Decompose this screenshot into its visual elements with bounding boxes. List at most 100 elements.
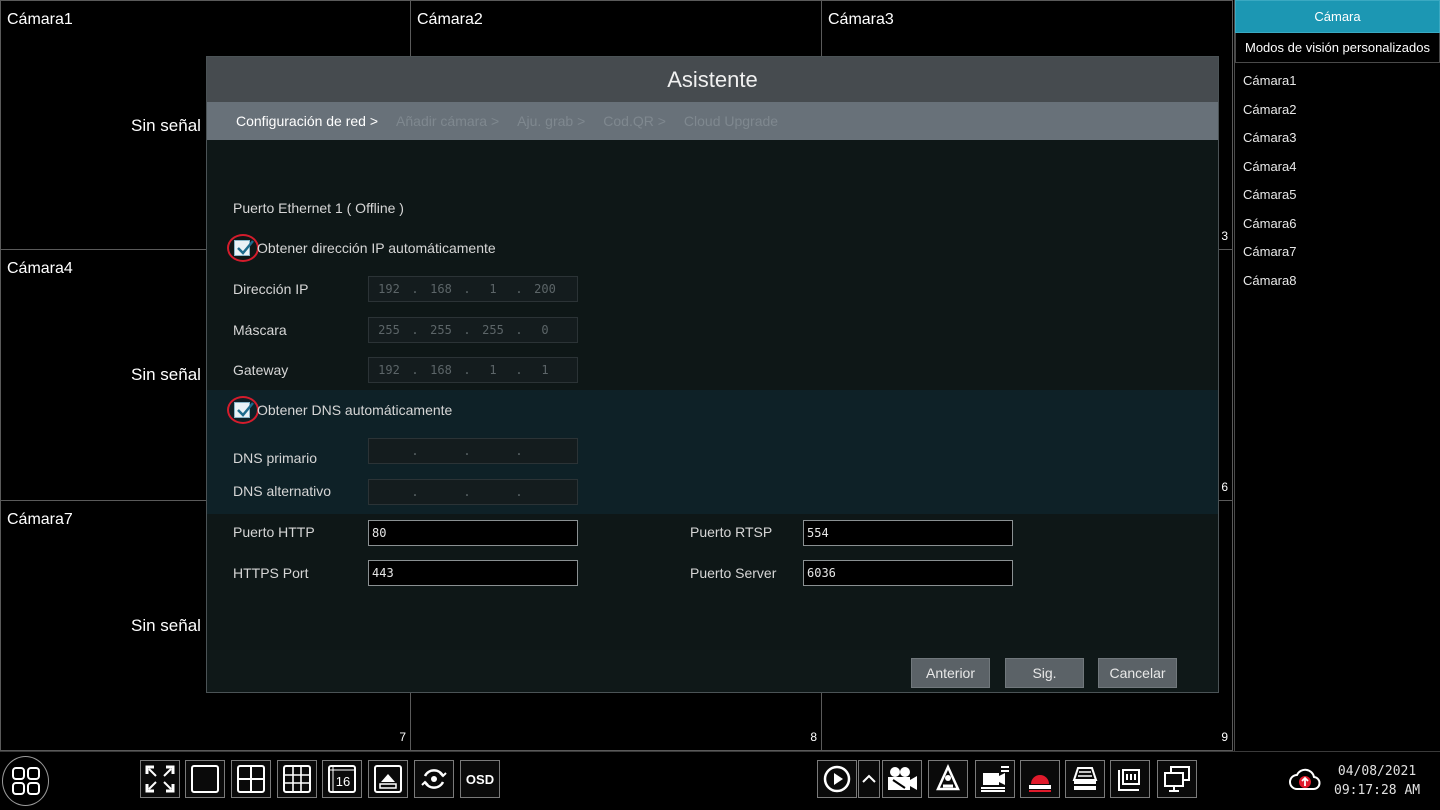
disk-button[interactable] [1065, 760, 1105, 798]
ip-address-label: Dirección IP [233, 281, 309, 297]
no-signal-text: Sin señal [131, 616, 201, 635]
dns-primary-field: . . . [368, 438, 578, 464]
fullscreen-button[interactable] [140, 760, 180, 798]
ip-octet: 255 [482, 323, 504, 337]
camera-list-item[interactable]: Cámara5 [1235, 181, 1440, 210]
fullscreen-icon [145, 765, 175, 793]
cancel-button[interactable]: Cancelar [1098, 658, 1177, 688]
date-text: 04/08/2021 [1337, 764, 1417, 779]
sequence-button[interactable] [414, 760, 454, 798]
time-text: 09:17:28 AM [1334, 783, 1421, 798]
quad-view-icon [237, 765, 265, 793]
camera-list-item[interactable]: Cámara3 [1235, 124, 1440, 153]
camera-list: Cámara1 Cámara2 Cámara3 Cámara4 Cámara5 … [1235, 63, 1440, 295]
system-clock: 04/08/2021 09:17:28 AM [1334, 762, 1420, 800]
step-qr-code: Cod.QR > [603, 113, 666, 129]
camera-list-item[interactable]: Cámara8 [1235, 267, 1440, 296]
ip-octet: 200 [534, 282, 556, 296]
server-port-input[interactable]: 6036 [803, 560, 1013, 586]
camera-title: Cámara1 [7, 11, 73, 28]
snapshot-icon [981, 766, 1009, 792]
layout-4-button[interactable] [231, 760, 271, 798]
display-button[interactable] [1157, 760, 1197, 798]
alarm-person-button[interactable] [928, 760, 968, 798]
rtsp-port-label: Puerto RTSP [690, 524, 773, 540]
expand-button[interactable] [858, 760, 880, 798]
osd-button[interactable]: OSD [460, 760, 500, 798]
nine-view-icon [283, 765, 311, 793]
cloud-upgrade-button[interactable] [1288, 764, 1322, 794]
layout-16-button[interactable]: 16 [322, 760, 362, 798]
cycle-icon [421, 769, 447, 789]
channel-number: 9 [1221, 730, 1228, 744]
http-port-label: Puerto HTTP [233, 524, 315, 540]
monitor-icon [1164, 766, 1190, 792]
playback-button[interactable] [817, 760, 857, 798]
layout-9-button[interactable] [277, 760, 317, 798]
ip-octet: 255 [430, 323, 452, 337]
pip-view-button[interactable] [368, 760, 408, 798]
server-port-label: Puerto Server [690, 565, 777, 581]
auto-dns-label: Obtener DNS automáticamente [257, 402, 453, 418]
network-icon [1118, 769, 1140, 791]
camera-list-item[interactable]: Cámara6 [1235, 210, 1440, 239]
record-button[interactable] [882, 760, 922, 798]
step-add-camera: Añadir cámara > [396, 113, 500, 129]
rtsp-port-input[interactable]: 554 [803, 520, 1013, 546]
play-icon [823, 765, 851, 793]
chevron-up-icon [862, 774, 876, 783]
cloud-upload-icon [1289, 768, 1321, 790]
tab-camera[interactable]: Cámara [1235, 0, 1440, 33]
ip-address-field: 192. 168. 1. 200 [368, 276, 578, 302]
mask-field: 255. 255. 255. 0 [368, 317, 578, 343]
snapshot-button[interactable] [975, 760, 1015, 798]
tab-custom-view-modes[interactable]: Modos de visión personalizados [1235, 33, 1440, 63]
ethernet-port-header: Puerto Ethernet 1 ( Offline ) [233, 200, 404, 216]
ip-octet: 255 [378, 323, 400, 337]
camera-sidebar: Cámara Modos de visión personalizados Cá… [1234, 0, 1440, 751]
dialog-title: Asistente [207, 57, 1218, 102]
network-settings-form: Puerto Ethernet 1 ( Offline ) Obtener di… [207, 140, 1218, 650]
camera-title: Cámara3 [828, 11, 894, 28]
https-port-label: HTTPS Port [233, 565, 309, 581]
no-signal-text: Sin señal [131, 116, 201, 135]
no-signal-text: Sin señal [131, 365, 201, 384]
picture-in-picture-icon [374, 765, 402, 793]
camera-title: Cámara7 [7, 511, 73, 528]
grid-menu-icon [11, 767, 40, 795]
camera-list-item[interactable]: Cámara7 [1235, 238, 1440, 267]
ip-octet: 192 [378, 282, 400, 296]
layout-16-label: 16 [336, 774, 350, 789]
network-button[interactable] [1110, 760, 1150, 798]
dns-alternate-label: DNS alternativo [233, 483, 332, 499]
dns-alternate-field: . . . [368, 479, 578, 505]
channel-number: 8 [810, 730, 817, 744]
highlight-ring [227, 234, 259, 262]
previous-button[interactable]: Anterior [911, 658, 990, 688]
camera-record-icon [888, 767, 917, 790]
camera-list-item[interactable]: Cámara2 [1235, 96, 1440, 125]
ip-octet: 168 [430, 282, 452, 296]
channel-number: 7 [399, 730, 406, 744]
camera-list-item[interactable]: Cámara1 [1235, 67, 1440, 96]
wizard-dialog: Asistente Configuración de red > Añadir … [206, 56, 1219, 693]
next-button[interactable]: Sig. [1005, 658, 1084, 688]
channel-number: 3 [1221, 229, 1228, 243]
camera-list-item[interactable]: Cámara4 [1235, 153, 1440, 182]
http-port-input[interactable]: 80 [368, 520, 578, 546]
disk-icon [1072, 767, 1098, 790]
step-cloud-upgrade: Cloud Upgrade [683, 113, 779, 129]
single-view-icon [191, 765, 219, 793]
dns-primary-label: DNS primario [233, 450, 318, 466]
ip-octet: 1 [541, 363, 549, 377]
layout-1-button[interactable] [185, 760, 225, 798]
siren-icon [1029, 775, 1051, 792]
step-network[interactable]: Configuración de red > [236, 113, 378, 129]
channel-number: 6 [1221, 480, 1228, 494]
camera-title: Cámara4 [7, 260, 73, 277]
alarm-button[interactable] [1020, 760, 1060, 798]
https-port-input[interactable]: 443 [368, 560, 578, 586]
start-menu-button[interactable] [2, 756, 49, 806]
auto-ip-label: Obtener dirección IP automáticamente [257, 240, 496, 256]
ip-octet: 168 [430, 363, 452, 377]
